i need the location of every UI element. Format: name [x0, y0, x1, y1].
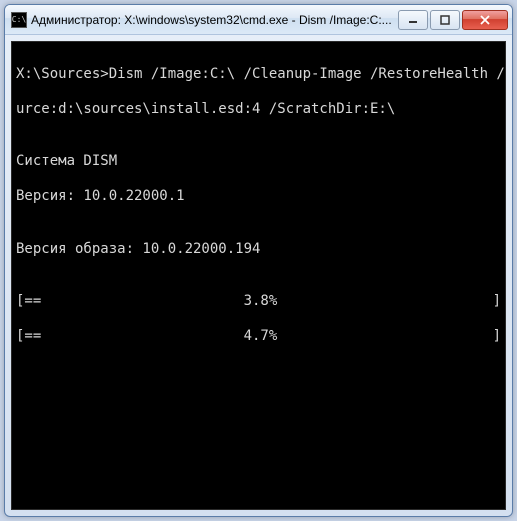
- command-line-2: urce:d:\sources\install.esd:4 /ScratchDi…: [16, 101, 501, 119]
- window-title: Администратор: X:\windows\system32\cmd.e…: [31, 13, 396, 27]
- window-controls: [396, 10, 508, 30]
- dism-version-line: Версия: 10.0.22000.1: [16, 188, 501, 206]
- minimize-button[interactable]: [398, 10, 428, 30]
- terminal-area[interactable]: X:\Sources>Dism /Image:C:\ /Cleanup-Imag…: [11, 41, 506, 510]
- titlebar[interactable]: C:\ Администратор: X:\windows\system32\c…: [5, 5, 512, 35]
- cmd-icon: C:\: [11, 12, 27, 28]
- dism-system-line: Система DISM: [16, 153, 501, 171]
- progress-pct-2: 4.7%: [244, 328, 278, 346]
- progress-bar-2: [==: [16, 328, 244, 346]
- progress-bar-1: [==: [16, 293, 244, 311]
- progress-end-2: ]: [493, 328, 501, 346]
- maximize-button[interactable]: [430, 10, 460, 30]
- progress-pct-1: 3.8%: [244, 293, 278, 311]
- progress-row-2: [== 4.7%]: [16, 328, 501, 346]
- command-line-1: X:\Sources>Dism /Image:C:\ /Cleanup-Imag…: [16, 66, 501, 84]
- progress-end-1: ]: [493, 293, 501, 311]
- image-version-line: Версия образа: 10.0.22000.194: [16, 241, 501, 259]
- progress-row-1: [== 3.8%]: [16, 293, 501, 311]
- close-button[interactable]: [462, 10, 508, 30]
- cmd-window: C:\ Администратор: X:\windows\system32\c…: [4, 4, 513, 517]
